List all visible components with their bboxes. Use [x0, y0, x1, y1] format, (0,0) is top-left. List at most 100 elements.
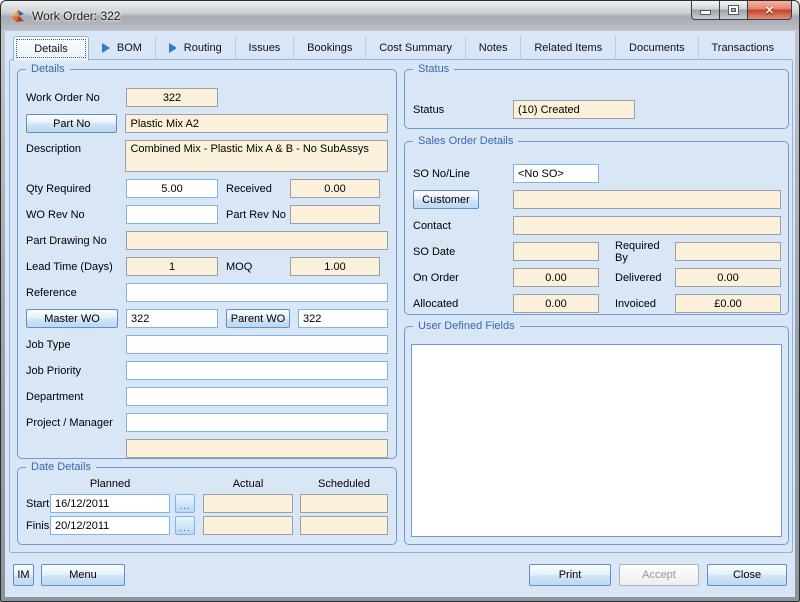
tab-transactions[interactable]: Transactions: [699, 36, 787, 60]
qty-required-label: Qty Required: [26, 182, 91, 195]
master-wo-select[interactable]: 322: [126, 309, 218, 328]
user-defined-fields-legend: User Defined Fields: [413, 319, 520, 333]
status-field: (10) Created: [513, 100, 635, 119]
finish-planned-select[interactable]: 20/12/2011: [50, 516, 170, 535]
job-type-select[interactable]: [126, 335, 388, 354]
scheduled-column-header: Scheduled: [318, 478, 370, 490]
tab-related-items[interactable]: Related Items: [521, 36, 617, 60]
window-title: Work Order: 322: [32, 8, 121, 23]
user-defined-fields-panel: [411, 344, 782, 537]
part-drawing-no-field: [126, 231, 388, 250]
window-controls: ✕: [691, 1, 792, 20]
start-browse-button[interactable]: ...: [175, 494, 195, 513]
close-window-button[interactable]: ✕: [747, 1, 792, 20]
status-group: Status Status (10) Created: [404, 62, 789, 129]
so-no-line-label: SO No/Line: [413, 167, 470, 180]
minimize-icon: [701, 10, 710, 14]
qty-required-input[interactable]: 5.00: [126, 179, 218, 198]
tab-bookings[interactable]: Bookings: [294, 36, 367, 60]
on-order-row: On Order 0.00 Delivered 0.00: [413, 268, 782, 287]
customer-field: [513, 190, 781, 209]
planned-column-header: Planned: [89, 478, 131, 490]
minimize-button[interactable]: [691, 1, 720, 20]
customer-button[interactable]: Customer: [413, 190, 479, 209]
description-field: Combined Mix - Plastic Mix A & B - No Su…: [125, 140, 388, 172]
required-by-label: Required By: [615, 239, 660, 264]
on-order-field: 0.00: [513, 268, 599, 287]
part-rev-no-label: Part Rev No: [226, 208, 286, 221]
part-no-row: Part No Plastic Mix A2: [26, 114, 388, 133]
required-by-field: [675, 242, 781, 261]
allocated-label: Allocated: [413, 297, 459, 310]
extra-field-row: [26, 439, 388, 458]
reference-input[interactable]: [126, 283, 388, 302]
received-label: Received: [226, 182, 272, 195]
tab-details[interactable]: Details: [13, 36, 89, 61]
close-button[interactable]: Close: [707, 564, 787, 586]
start-label: Start: [26, 497, 50, 510]
tab-documents[interactable]: Documents: [616, 36, 699, 60]
user-defined-fields-group: User Defined Fields: [404, 319, 789, 545]
contact-field: [513, 216, 781, 235]
department-select[interactable]: [126, 387, 388, 406]
delivered-label: Delivered: [615, 271, 662, 284]
finish-scheduled-field: [300, 516, 388, 535]
im-button[interactable]: IM: [13, 564, 34, 586]
status-group-legend: Status: [413, 62, 455, 76]
parent-wo-select[interactable]: 322: [298, 309, 388, 328]
maximize-button[interactable]: [720, 1, 747, 20]
job-priority-row: Job Priority: [26, 361, 388, 380]
part-no-field: Plastic Mix A2: [125, 114, 388, 133]
sales-order-legend: Sales Order Details: [413, 134, 519, 148]
project-manager-row: Project / Manager: [26, 413, 388, 432]
so-no-line-row: SO No/Line <No SO>: [413, 164, 782, 183]
delivered-field: 0.00: [675, 268, 781, 287]
extra-field: [126, 439, 388, 458]
actual-column-header: Actual: [232, 478, 264, 490]
tab-cost-summary[interactable]: Cost Summary: [366, 36, 466, 60]
contact-label: Contact: [413, 219, 451, 232]
job-type-label: Job Type: [26, 338, 71, 351]
work-order-no-label: Work Order No: [26, 91, 100, 104]
titlebar[interactable]: Work Order: 322 ✕: [1, 1, 799, 30]
maximize-icon: [729, 6, 738, 14]
start-planned-select[interactable]: 16/12/2011: [50, 494, 170, 513]
status-label: Status: [413, 103, 445, 116]
print-button[interactable]: Print: [529, 564, 611, 586]
project-manager-select[interactable]: [126, 413, 388, 432]
work-order-no-row: Work Order No 322: [26, 88, 388, 107]
app-logo-icon: [12, 9, 24, 22]
date-details-header: Planned Actual Scheduled: [26, 478, 388, 492]
tab-routing[interactable]: Routing: [156, 36, 236, 60]
work-order-window: Work Order: 322 ✕ Details BOM Routing Is…: [0, 0, 800, 602]
wo-rev-no-input[interactable]: [126, 205, 218, 224]
date-details-group: Date Details Planned Actual Scheduled St…: [17, 460, 397, 545]
so-date-field: [513, 242, 599, 261]
finish-date-row: Finish 20/12/2011 ...: [26, 516, 388, 535]
master-wo-button[interactable]: Master WO: [26, 309, 118, 328]
part-no-button[interactable]: Part No: [26, 114, 118, 133]
customer-row: Customer: [413, 190, 782, 209]
parent-wo-button[interactable]: Parent WO: [226, 309, 290, 328]
so-date-row: SO Date Required By: [413, 239, 782, 264]
moq-label: MOQ: [226, 260, 253, 273]
master-wo-row: Master WO 322 Parent WO 322: [26, 309, 388, 328]
menu-button[interactable]: Menu: [41, 564, 125, 586]
on-order-label: On Order: [413, 271, 459, 284]
play-icon: [101, 43, 110, 53]
part-rev-no-field: [290, 205, 380, 224]
so-no-line-select[interactable]: <No SO>: [513, 164, 599, 183]
finish-browse-button[interactable]: ...: [175, 516, 195, 535]
tab-strip: Details BOM Routing Issues Bookings Cost…: [13, 36, 787, 61]
job-priority-select[interactable]: [126, 361, 388, 380]
tab-bom[interactable]: BOM: [89, 36, 156, 60]
status-row: Status (10) Created: [413, 100, 788, 119]
tab-notes[interactable]: Notes: [466, 36, 522, 60]
play-icon: [168, 43, 177, 53]
start-actual-field: [203, 494, 293, 513]
description-row: Description Combined Mix - Plastic Mix A…: [26, 140, 388, 172]
contact-row: Contact: [413, 216, 782, 235]
lead-time-field: 1: [126, 257, 218, 276]
details-group: Details Work Order No 322 Part No Plasti…: [17, 62, 397, 459]
tab-issues[interactable]: Issues: [236, 36, 295, 60]
